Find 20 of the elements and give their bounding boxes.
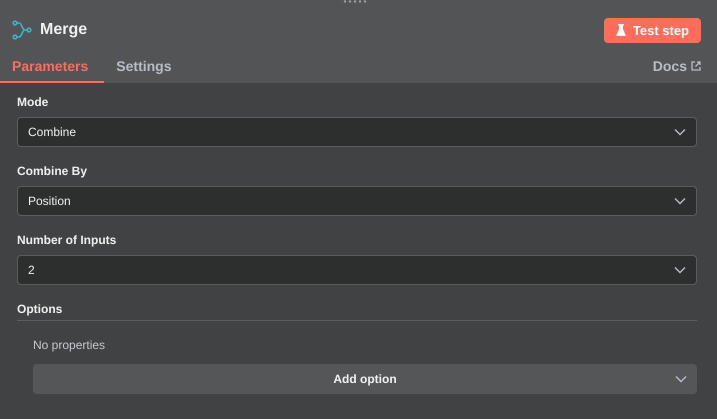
field-label: Number of Inputs (17, 233, 118, 247)
select-field[interactable]: Combine (17, 117, 697, 147)
empty-message: No properties (33, 338, 106, 352)
chevron-down-icon (675, 375, 687, 383)
field-label: Mode (17, 95, 50, 109)
select-field[interactable]: 2 (17, 255, 697, 285)
chevron-down-icon (674, 128, 686, 136)
chevron-down-icon (674, 266, 686, 274)
add-option-button[interactable]: Add option (33, 364, 697, 394)
docs-link[interactable]: Docs (652, 58, 717, 83)
chevron-down-icon (674, 197, 686, 205)
node-title: Merge (40, 21, 88, 39)
merge-icon (12, 20, 32, 40)
select-field[interactable]: Position (17, 186, 697, 216)
section-title: Options (17, 302, 62, 316)
field-label: Combine By (17, 164, 88, 178)
drag-handle-icon[interactable] (343, 0, 367, 4)
tab[interactable]: Settings (104, 58, 188, 83)
external-link-icon (691, 61, 701, 71)
flask-icon (616, 24, 626, 36)
